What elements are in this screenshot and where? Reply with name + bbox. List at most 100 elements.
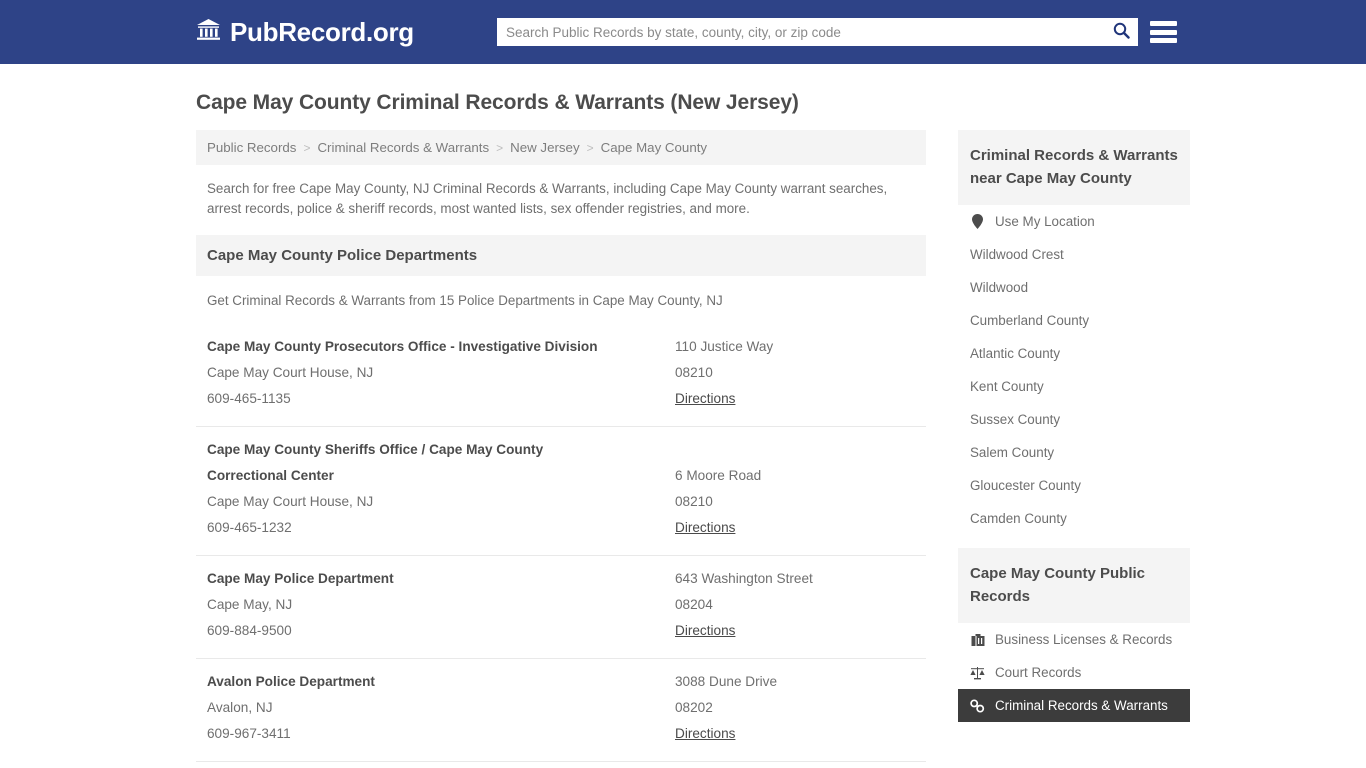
listing-address: 3088 Dune Drive 08202 Directions <box>675 669 915 747</box>
sidebar: Criminal Records & Warrants near Cape Ma… <box>958 130 1190 722</box>
sidebar-item-label: Sussex County <box>970 412 1061 427</box>
breadcrumb-separator: > <box>303 140 311 155</box>
listing-directions-wrap: Directions <box>675 618 915 644</box>
listing-directions-wrap: Directions <box>675 515 915 541</box>
listing-city: Cape May Court House, NJ <box>207 494 374 509</box>
breadcrumb-item-new-jersey[interactable]: New Jersey <box>510 140 579 155</box>
search-button[interactable] <box>1104 18 1138 46</box>
sidebar-item-label: Wildwood Crest <box>970 247 1064 262</box>
listing-row: Cape May Police Department Cape May, NJ … <box>196 556 926 659</box>
listing-row: Avalon Police Department Avalon, NJ 609-… <box>196 659 926 762</box>
map-pin-icon <box>970 214 985 229</box>
sidebar-item-cumberland-county[interactable]: Cumberland County <box>958 304 1190 337</box>
main-content: Public Records > Criminal Records & Warr… <box>196 130 926 768</box>
listing-street: 6 Moore Road <box>675 468 762 483</box>
sidebar-item-business-licenses[interactable]: Business Licenses & Records <box>958 623 1190 656</box>
listing-phone: 609-465-1232 <box>207 520 292 535</box>
listing-directions-wrap: Directions <box>675 721 915 747</box>
sidebar-item-label: Camden County <box>970 511 1067 526</box>
listing-street: 643 Washington Street <box>675 571 813 586</box>
sidebar-item-use-my-location[interactable]: Use My Location <box>958 205 1190 238</box>
listing-name[interactable]: Cape May Police Department <box>207 566 675 592</box>
sidebar-item-label: Court Records <box>995 665 1082 680</box>
listing-details: Avalon Police Department Avalon, NJ 609-… <box>207 669 675 747</box>
directions-link[interactable]: Directions <box>675 726 735 741</box>
listing-address: 6 Moore Road 08210 Directions <box>675 437 915 541</box>
site-header: PubRecord.org <box>0 0 1366 64</box>
listing-zip: 08210 <box>675 365 713 380</box>
sidebar-item-label: Criminal Records & Warrants <box>995 698 1168 713</box>
breadcrumb-item-cape-may-county[interactable]: Cape May County <box>601 140 707 155</box>
sidebar-item-sussex-county[interactable]: Sussex County <box>958 403 1190 436</box>
hamburger-menu-icon[interactable] <box>1150 19 1177 45</box>
listing-phone: 609-465-1135 <box>207 391 291 406</box>
listing-row: Cape May County Sheriffs Office / Cape M… <box>196 427 926 556</box>
hamburger-bar <box>1150 38 1177 43</box>
sidebar-item-label: Salem County <box>970 445 1055 460</box>
directions-link[interactable]: Directions <box>675 520 735 535</box>
listing-city: Cape May Court House, NJ <box>207 365 374 380</box>
sidebar-item-kent-county[interactable]: Kent County <box>958 370 1190 403</box>
sidebar-item-atlantic-county[interactable]: Atlantic County <box>958 337 1190 370</box>
sidebar-item-label: Business Licenses & Records <box>995 632 1173 647</box>
breadcrumb-item-criminal-records[interactable]: Criminal Records & Warrants <box>317 140 489 155</box>
listing-details: Cape May Police Department Cape May, NJ … <box>207 566 675 644</box>
listing-city: Cape May, NJ <box>207 597 293 612</box>
site-logo[interactable]: PubRecord.org <box>196 17 414 48</box>
listing-row: Lower Township Police Department Rio Gra… <box>196 762 926 768</box>
section-heading: Cape May County Police Departments <box>196 235 926 276</box>
sidebar-nearby-heading: Criminal Records & Warrants near Cape Ma… <box>958 130 1190 205</box>
search-input[interactable] <box>497 18 1104 46</box>
page-body: Cape May County Criminal Records & Warra… <box>0 91 1366 768</box>
sidebar-item-salem-county[interactable]: Salem County <box>958 436 1190 469</box>
briefcase-icon <box>970 633 985 647</box>
handcuffs-icon <box>970 698 985 713</box>
sidebar-item-label: Use My Location <box>995 214 1095 229</box>
listing-name[interactable]: Avalon Police Department <box>207 669 675 695</box>
sidebar-item-label: Wildwood <box>970 280 1029 295</box>
listing-name[interactable]: Cape May County Prosecutors Office - Inv… <box>207 334 675 360</box>
listing-phone: 609-967-3411 <box>207 726 291 741</box>
directions-link[interactable]: Directions <box>675 391 735 406</box>
sidebar-item-court-records[interactable]: Court Records <box>958 656 1190 689</box>
sidebar-item-gloucester-county[interactable]: Gloucester County <box>958 469 1190 502</box>
search-icon <box>1113 22 1130 42</box>
listing-address: 643 Washington Street 08204 Directions <box>675 566 915 644</box>
bank-building-icon <box>196 17 221 48</box>
sidebar-public-records-list: Business Licenses & Records Court Record… <box>958 623 1190 722</box>
sidebar-item-camden-county[interactable]: Camden County <box>958 502 1190 535</box>
sidebar-item-label: Cumberland County <box>970 313 1090 328</box>
listing-details: Cape May County Sheriffs Office / Cape M… <box>207 437 675 541</box>
sidebar-item-label: Atlantic County <box>970 346 1061 361</box>
site-logo-text: PubRecord.org <box>230 16 414 47</box>
sidebar-nearby-list: Use My Location Wildwood Crest Wildwood … <box>958 205 1190 535</box>
listing-address: 110 Justice Way 08210 Directions <box>675 334 915 412</box>
hamburger-bar <box>1150 21 1177 26</box>
listing-row: Cape May County Prosecutors Office - Inv… <box>196 324 926 427</box>
listing-details: Cape May County Prosecutors Office - Inv… <box>207 334 675 412</box>
listing-name-line2[interactable]: Correctional Center <box>207 463 675 489</box>
listing-street: 110 Justice Way <box>675 339 774 354</box>
breadcrumb-separator: > <box>586 140 594 155</box>
sidebar-item-criminal-records-warrants[interactable]: Criminal Records & Warrants <box>958 689 1190 722</box>
sidebar-item-wildwood[interactable]: Wildwood <box>958 271 1190 304</box>
sidebar-item-wildwood-crest[interactable]: Wildwood Crest <box>958 238 1190 271</box>
listing-city: Avalon, NJ <box>207 700 273 715</box>
page-intro-text: Search for free Cape May County, NJ Crim… <box>207 181 888 216</box>
listing-zip: 08202 <box>675 700 713 715</box>
listing-street: 3088 Dune Drive <box>675 674 778 689</box>
breadcrumb-separator: > <box>496 140 504 155</box>
hamburger-bar <box>1150 29 1177 35</box>
sidebar-item-label: Gloucester County <box>970 478 1081 493</box>
listing-directions-wrap: Directions <box>675 386 915 412</box>
sidebar-item-label: Kent County <box>970 379 1044 394</box>
search-bar <box>497 18 1138 46</box>
breadcrumb-item-public-records[interactable]: Public Records <box>207 140 296 155</box>
directions-link[interactable]: Directions <box>675 623 735 638</box>
listing-name[interactable]: Cape May County Sheriffs Office / Cape M… <box>207 437 675 463</box>
listing-zip: 08204 <box>675 597 713 612</box>
breadcrumb: Public Records > Criminal Records & Warr… <box>196 130 926 165</box>
section-subheading: Get Criminal Records & Warrants from 15 … <box>207 293 723 308</box>
listing-phone: 609-884-9500 <box>207 623 292 638</box>
page-title: Cape May County Criminal Records & Warra… <box>196 91 799 114</box>
